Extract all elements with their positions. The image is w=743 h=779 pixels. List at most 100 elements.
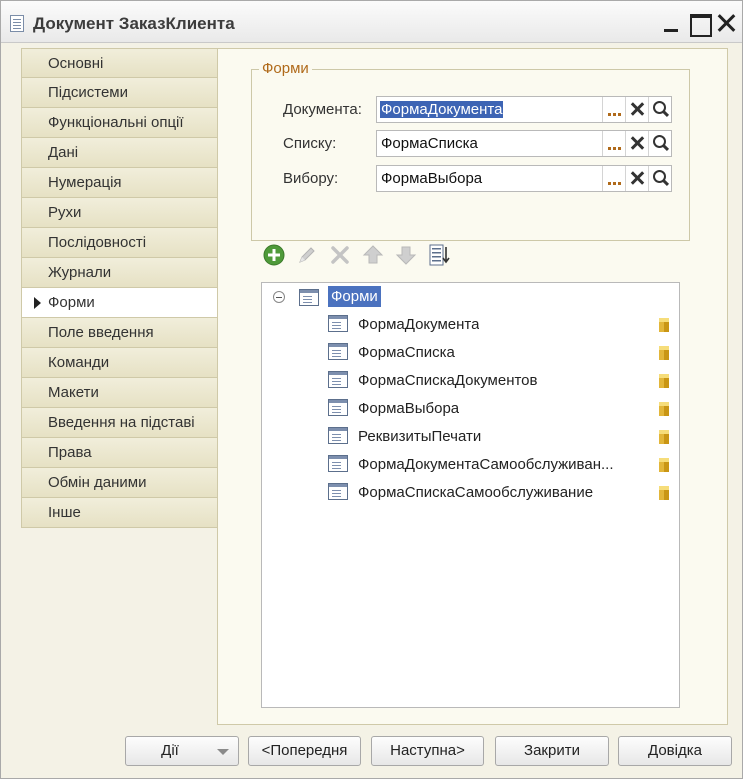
move-down-icon[interactable] bbox=[394, 243, 418, 267]
choice-form-field[interactable]: ФормаВыбора bbox=[376, 165, 672, 192]
form-icon bbox=[328, 483, 348, 500]
form-icon bbox=[328, 371, 348, 388]
form-icon bbox=[328, 343, 348, 360]
forms-group-legend: Форми bbox=[259, 60, 312, 77]
tree-item-label: ФормаДокументаСамообслуживан... bbox=[358, 456, 614, 473]
tree-item-label: ФормаСписка bbox=[358, 344, 455, 361]
tree-item[interactable]: ФормаДокумента bbox=[262, 311, 679, 339]
chevron-down-icon bbox=[217, 749, 229, 755]
edit-icon[interactable] bbox=[295, 243, 319, 267]
tree-item[interactable]: ФормаДокументаСамообслуживан... bbox=[262, 451, 679, 479]
previous-button-label: <Попередня bbox=[261, 742, 348, 759]
sidebar-item-journals[interactable]: Журнали bbox=[21, 258, 218, 288]
help-button[interactable]: Довідка bbox=[618, 736, 732, 766]
cube-icon bbox=[659, 402, 669, 416]
sidebar-item-label: Інше bbox=[48, 504, 81, 521]
tree-item-label: ФормаВыбора bbox=[358, 400, 460, 417]
list-form-value[interactable]: ФормаСписка bbox=[381, 135, 478, 152]
sidebar-item-other[interactable]: Інше bbox=[21, 498, 218, 528]
sidebar-item-sequences[interactable]: Послідовності bbox=[21, 228, 218, 258]
sidebar-item-label: Журнали bbox=[48, 264, 112, 281]
sidebar-item-main[interactable]: Основні bbox=[21, 48, 218, 78]
cube-icon bbox=[659, 346, 669, 360]
choice-form-value[interactable]: ФормаВыбора bbox=[381, 170, 482, 187]
sidebar-item-rights[interactable]: Права bbox=[21, 438, 218, 468]
sidebar-item-functional-options[interactable]: Функціональні опції bbox=[21, 108, 218, 138]
choice-form-label: Вибору: bbox=[283, 170, 339, 187]
cube-icon bbox=[659, 458, 669, 472]
previous-button[interactable]: <Попередня bbox=[248, 736, 361, 766]
cube-icon bbox=[659, 374, 669, 388]
sort-icon[interactable] bbox=[427, 243, 451, 267]
sidebar-item-commands[interactable]: Команди bbox=[21, 348, 218, 378]
sidebar-item-label: Обмін даними bbox=[48, 474, 147, 491]
close-button-label: Закрити bbox=[524, 742, 580, 759]
select-dots-icon[interactable] bbox=[602, 97, 625, 122]
select-dots-icon[interactable] bbox=[602, 131, 625, 156]
sidebar-item-label: Функціональні опції bbox=[48, 114, 184, 131]
select-dots-icon[interactable] bbox=[602, 166, 625, 191]
sidebar-item-input-field[interactable]: Поле введення bbox=[21, 318, 218, 348]
tree-root-label[interactable]: Форми bbox=[328, 286, 381, 307]
forms-tree[interactable]: Форми ФормаДокумента ФормаСписка ФормаСп… bbox=[261, 282, 680, 708]
tree-item-label: ФормаДокумента bbox=[358, 316, 480, 333]
form-icon bbox=[299, 289, 319, 306]
selected-arrow-icon bbox=[34, 297, 41, 309]
move-up-icon[interactable] bbox=[361, 243, 385, 267]
tree-item[interactable]: ФормаСписка bbox=[262, 339, 679, 367]
search-icon[interactable] bbox=[648, 97, 671, 122]
sidebar-item-label: Поле введення bbox=[48, 324, 154, 341]
sidebar-item-label: Підсистеми bbox=[48, 84, 128, 101]
sidebar-item-movements[interactable]: Рухи bbox=[21, 198, 218, 228]
cube-icon bbox=[659, 486, 669, 500]
close-button[interactable]: Закрити bbox=[495, 736, 609, 766]
close-icon[interactable] bbox=[714, 11, 738, 35]
next-button-label: Наступна> bbox=[390, 742, 465, 759]
tree-item-label: РеквизитыПечати bbox=[358, 428, 482, 445]
list-form-label: Списку: bbox=[283, 135, 337, 152]
list-form-field[interactable]: ФормаСписка bbox=[376, 130, 672, 157]
clear-icon[interactable] bbox=[625, 166, 648, 191]
sidebar-item-input-based-on[interactable]: Введення на підставі bbox=[21, 408, 218, 438]
delete-icon[interactable] bbox=[328, 243, 352, 267]
sidebar-item-label: Права bbox=[48, 444, 92, 461]
maximize-icon[interactable] bbox=[687, 11, 712, 37]
help-button-label: Довідка bbox=[648, 742, 702, 759]
tree-item[interactable]: ФормаСпискаСамообслуживание bbox=[262, 479, 679, 507]
form-icon bbox=[328, 399, 348, 416]
title-bar: Документ ЗаказКлиента bbox=[1, 1, 742, 43]
document-form-field[interactable]: ФормаДокумента bbox=[376, 96, 672, 123]
document-form-value[interactable]: ФормаДокумента bbox=[380, 101, 504, 118]
sidebar-item-label: Команди bbox=[48, 354, 110, 371]
clear-icon[interactable] bbox=[625, 131, 648, 156]
actions-button[interactable]: Дії bbox=[125, 736, 239, 766]
search-icon[interactable] bbox=[648, 131, 671, 156]
sidebar-item-label: Рухи bbox=[48, 204, 82, 221]
clear-icon[interactable] bbox=[625, 97, 648, 122]
sidebar-item-data-exchange[interactable]: Обмін даними bbox=[21, 468, 218, 498]
document-form-label: Документа: bbox=[283, 101, 362, 118]
window-title: Документ ЗаказКлиента bbox=[33, 14, 235, 33]
sidebar-item-numbering[interactable]: Нумерація bbox=[21, 168, 218, 198]
sidebar-item-data[interactable]: Дані bbox=[21, 138, 218, 168]
add-icon[interactable] bbox=[262, 243, 286, 267]
cube-icon bbox=[659, 430, 669, 444]
tree-item[interactable]: ФормаВыбора bbox=[262, 395, 679, 423]
sidebar-item-label: Форми bbox=[48, 294, 95, 311]
collapse-icon[interactable] bbox=[273, 291, 285, 303]
tree-item-label: ФормаСпискаСамообслуживание bbox=[358, 484, 594, 501]
next-button[interactable]: Наступна> bbox=[371, 736, 484, 766]
tree-item[interactable]: ФормаСпискаДокументов bbox=[262, 367, 679, 395]
sidebar-item-label: Послідовності bbox=[48, 234, 147, 251]
sidebar-item-templates[interactable]: Макети bbox=[21, 378, 218, 408]
minimize-icon[interactable] bbox=[659, 11, 683, 35]
search-icon[interactable] bbox=[648, 166, 671, 191]
tree-item[interactable]: РеквизитыПечати bbox=[262, 423, 679, 451]
form-icon bbox=[328, 455, 348, 472]
sidebar-item-subsystems[interactable]: Підсистеми bbox=[21, 78, 218, 108]
sidebar-item-forms[interactable]: Форми bbox=[21, 288, 218, 318]
cube-icon bbox=[659, 318, 669, 332]
document-window: Документ ЗаказКлиента Основні Підсистеми… bbox=[0, 0, 743, 779]
sidebar-item-label: Введення на підставі bbox=[48, 414, 195, 431]
actions-button-label: Дії bbox=[161, 742, 179, 759]
